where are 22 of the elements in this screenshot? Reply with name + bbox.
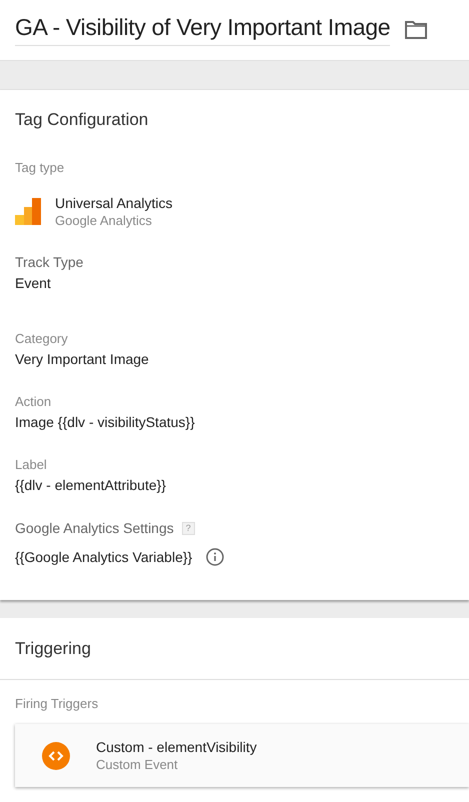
folder-icon[interactable] [404,20,428,40]
tag-type-name: Universal Analytics [55,195,172,211]
field-value: Very Important Image [15,351,150,367]
tag-type-label: Tag type [15,160,66,175]
field-label: Action [15,394,52,409]
tag-name-field[interactable]: GA - Visibility of Very Important Image [15,14,390,46]
firing-triggers-label: Firing Triggers [14,695,100,713]
tag-type-vendor: Google Analytics [55,213,153,228]
field-label: Category [15,331,69,346]
bar-chart-icon [15,198,43,226]
field-value: Image {{dlv - visibilityStatus}} [15,414,196,430]
settings-value: {{Google Analytics Variable}} [15,549,192,565]
trigger-item[interactable]: Custom - elementVisibility Custom Event [15,724,469,787]
field-label: Label [15,457,48,472]
field-label: Track Type [15,254,84,270]
field-value: Event [15,275,52,291]
info-icon[interactable] [206,548,224,566]
field-value: {{dlv - elementAttribute}} [15,477,167,493]
section-heading: Tag Configuration [15,109,150,131]
settings-label: Google Analytics Settings [15,520,174,536]
code-icon [42,742,70,770]
section-heading: Triggering [0,618,469,680]
